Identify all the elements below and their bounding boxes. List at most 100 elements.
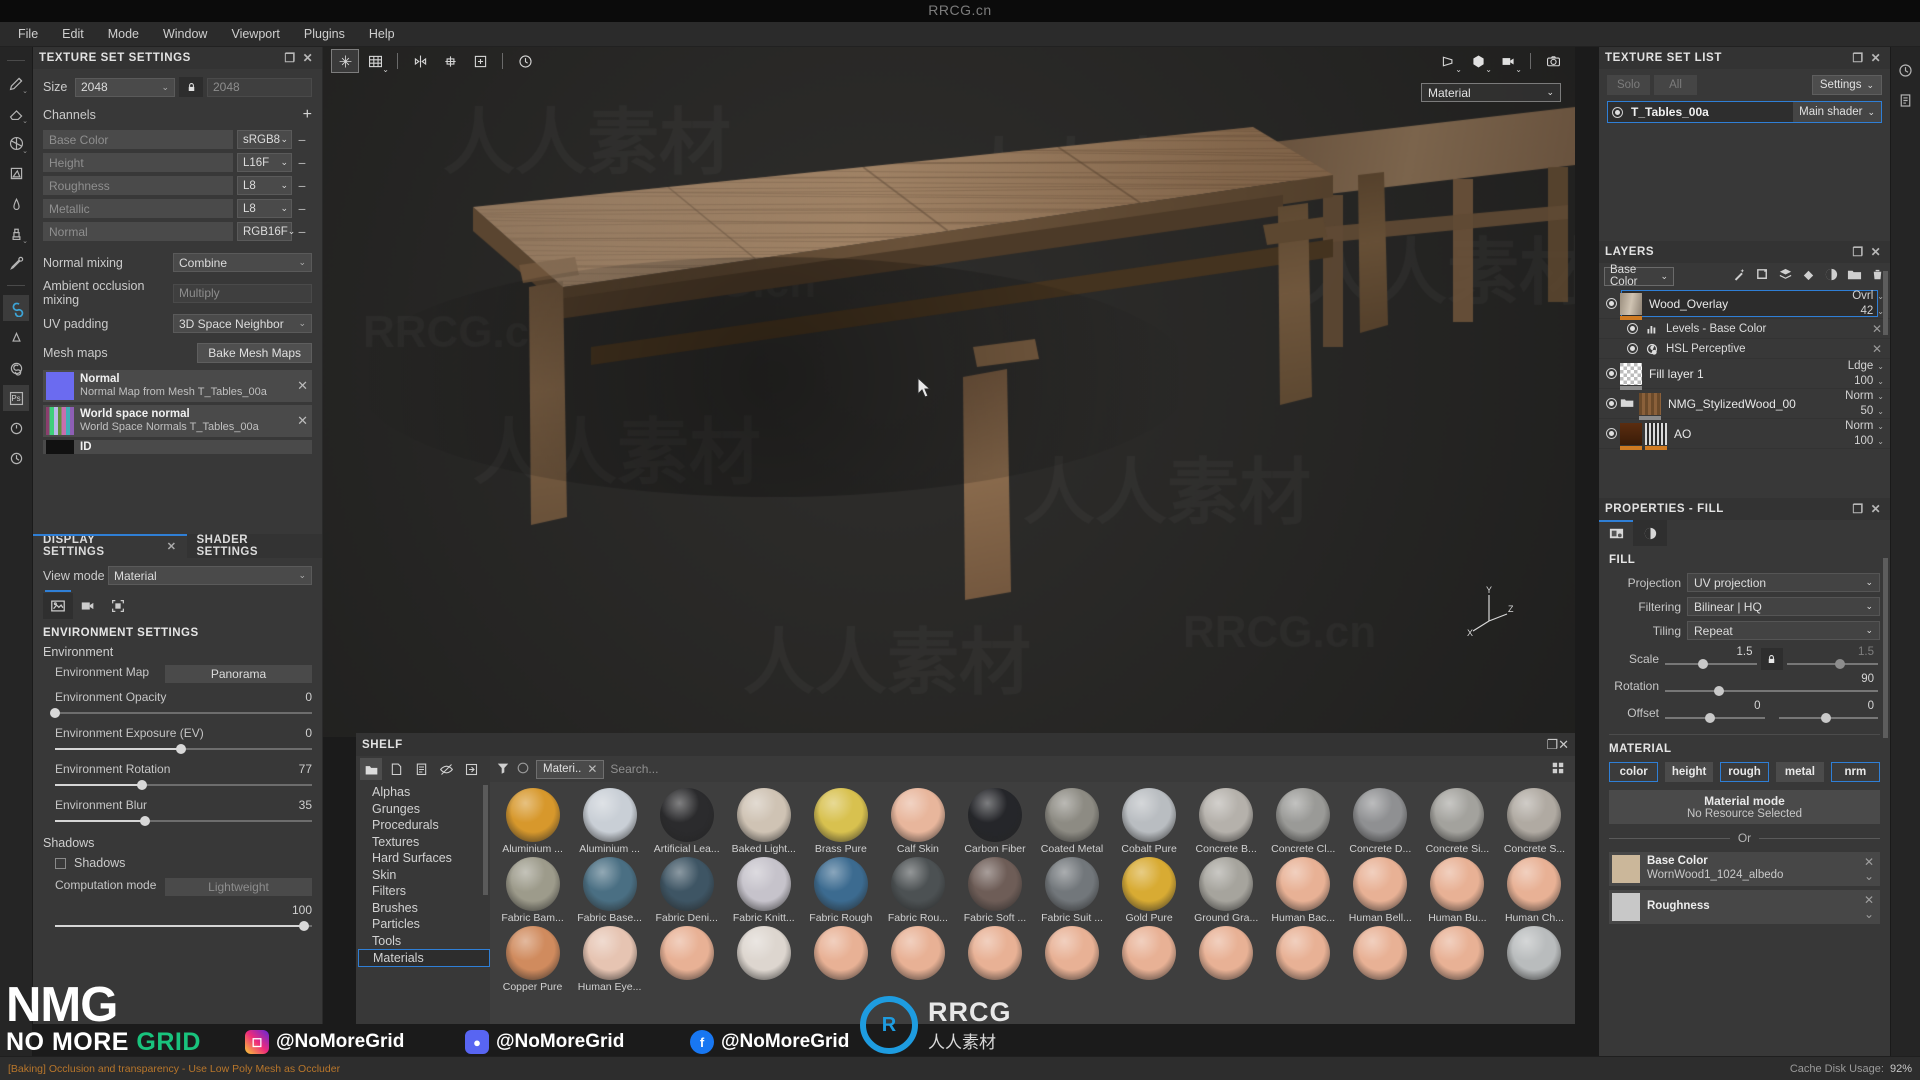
shelf-material-item[interactable]: Gold Pure	[1111, 855, 1188, 924]
import-icon[interactable]	[460, 758, 482, 780]
shelf-material-item[interactable]: Fabric Rou...	[879, 855, 956, 924]
properties-scrollbar[interactable]	[1883, 558, 1888, 738]
layer-visibility-toggle[interactable]	[1602, 298, 1620, 309]
maximize-icon[interactable]: ❐	[282, 50, 298, 66]
material-channel-nrm[interactable]: nrm	[1830, 762, 1881, 782]
fullscreen-icon[interactable]	[103, 593, 133, 619]
shelf-material-item[interactable]: Artificial Lea...	[648, 786, 725, 855]
shelf-search-input[interactable]: Search...	[610, 762, 1545, 776]
remove-channel-icon[interactable]: −	[292, 224, 312, 240]
magic-wand-icon[interactable]	[1732, 267, 1747, 285]
material-channel-metal[interactable]: metal	[1776, 762, 1824, 782]
add-folder-icon[interactable]	[1847, 267, 1862, 285]
close-icon[interactable]: ✕	[297, 378, 308, 394]
shelf-material-item[interactable]: Human Eye...	[571, 924, 648, 993]
shelf-category-alphas[interactable]: Alphas	[372, 784, 490, 801]
slider-control[interactable]	[50, 706, 312, 720]
shelf-material-item[interactable]: Fabric Bam...	[494, 855, 571, 924]
grid-view-icon[interactable]	[1551, 761, 1565, 778]
shelf-category-hard-surfaces[interactable]: Hard Surfaces	[372, 850, 490, 867]
uv-padding-select[interactable]: 3D Space Neighbor ⌄	[173, 314, 312, 333]
folder-icon[interactable]	[360, 758, 382, 780]
shelf-category-procedurals[interactable]: Procedurals	[372, 817, 490, 834]
tiling-select[interactable]: Repeat ⌄	[1687, 621, 1880, 640]
eyedropper-icon[interactable]	[3, 250, 29, 276]
symmetry-plane-icon[interactable]	[436, 49, 464, 73]
refresh-icon[interactable]	[3, 415, 29, 441]
all-button[interactable]: All	[1654, 75, 1697, 95]
menu-window[interactable]: Window	[151, 24, 219, 44]
shelf-material-item[interactable]: Baked Light...	[725, 786, 802, 855]
document-icon[interactable]	[410, 758, 432, 780]
size-select[interactable]: 2048 ⌄	[75, 77, 175, 97]
shelf-material-item[interactable]: Concrete B...	[1188, 786, 1265, 855]
substance-source-icon[interactable]	[3, 355, 29, 381]
eraser-icon[interactable]: ⌄	[3, 100, 29, 126]
filtering-select[interactable]: Bilinear | HQ ⌄	[1687, 597, 1880, 616]
effect-visibility-toggle[interactable]	[1627, 343, 1638, 354]
tab-display-settings[interactable]: DISPLAY SETTINGS ✕	[33, 534, 187, 558]
substance-material-icon[interactable]	[3, 295, 29, 321]
layer-row[interactable]: Wood_Overlay Ovrl ⌄ 42 ⌄	[1599, 289, 1890, 320]
chevron-down-icon[interactable]: ⌄	[1864, 869, 1874, 883]
projection-icon[interactable]: ⌄	[3, 130, 29, 156]
tab-shader-settings[interactable]: SHADER SETTINGS	[186, 534, 322, 558]
layers-channel-selector[interactable]: Base Color ⌄	[1604, 264, 1674, 288]
channel-format-select[interactable]: L8 ⌄	[237, 199, 292, 218]
add-plane-icon[interactable]	[466, 49, 494, 73]
environment-map-value[interactable]: Panorama	[165, 665, 312, 683]
remove-channel-icon[interactable]: −	[292, 155, 312, 171]
remove-channel-icon[interactable]: −	[292, 201, 312, 217]
projection-select[interactable]: UV projection ⌄	[1687, 573, 1880, 592]
shelf-material-item[interactable]	[956, 924, 1033, 993]
shelf-category-particles[interactable]: Particles	[372, 916, 490, 933]
layer-row[interactable]: Fill layer 1 Ldge ⌄ 100 ⌄	[1599, 359, 1890, 390]
mask-properties-icon[interactable]	[1633, 520, 1667, 546]
shelf-material-item[interactable]: Aluminium ...	[494, 786, 571, 855]
close-icon[interactable]: ✕	[587, 762, 597, 776]
shelf-category-grunges[interactable]: Grunges	[372, 801, 490, 818]
layer-blend-mode[interactable]: Norm ⌄	[1845, 389, 1884, 403]
close-icon[interactable]: ✕	[1872, 322, 1882, 336]
shelf-material-item[interactable]: Human Ch...	[1496, 855, 1573, 924]
reset-camera-icon[interactable]	[511, 49, 539, 73]
shelf-material-item[interactable]: Calf Skin	[879, 786, 956, 855]
shelf-material-item[interactable]	[1265, 924, 1342, 993]
close-icon[interactable]: ✕	[1868, 50, 1884, 66]
layer-opacity[interactable]: 42 ⌄	[1852, 304, 1885, 318]
maximize-icon[interactable]: ❐	[1850, 501, 1866, 517]
view-mode-select[interactable]: Material ⌄	[108, 566, 312, 585]
layer-blend-mode[interactable]: Norm ⌄	[1845, 419, 1884, 433]
shelf-material-item[interactable]: Fabric Base...	[571, 855, 648, 924]
clone-stamp-icon[interactable]: ⌄	[3, 220, 29, 246]
category-scrollbar[interactable]	[483, 785, 488, 895]
shelf-material-item[interactable]: Fabric Suit ...	[1033, 855, 1110, 924]
slider-control[interactable]	[55, 778, 312, 792]
shelf-material-item[interactable]	[1188, 924, 1265, 993]
menu-file[interactable]: File	[6, 24, 50, 44]
shelf-material-item[interactable]: Carbon Fiber	[956, 786, 1033, 855]
shelf-material-item[interactable]: Concrete Cl...	[1265, 786, 1342, 855]
menu-edit[interactable]: Edit	[50, 24, 96, 44]
shelf-material-item[interactable]: Concrete D...	[1342, 786, 1419, 855]
close-icon[interactable]: ✕	[167, 540, 177, 553]
shelf-material-item[interactable]: Coated Metal	[1033, 786, 1110, 855]
active-filter-chip[interactable]: Materi.. ✕	[536, 759, 605, 779]
mesh-map-row[interactable]: Normal Normal Map from Mesh T_Tables_00a ✕	[43, 370, 312, 402]
shelf-material-item[interactable]	[725, 924, 802, 993]
shelf-category-skin[interactable]: Skin	[372, 867, 490, 884]
material-slot[interactable]: Base Color WornWood1_1024_albedo ✕ ⌄	[1609, 852, 1880, 886]
add-fill-layer-icon[interactable]	[1801, 267, 1816, 285]
layer-blend-mode[interactable]: Ovrl ⌄	[1852, 289, 1884, 303]
layer-opacity[interactable]: 50 ⌄	[1845, 404, 1885, 418]
size-lock-icon[interactable]	[179, 77, 203, 97]
shader-selector[interactable]: Main shader ⌄	[1793, 102, 1881, 122]
material-channel-rough[interactable]: rough	[1719, 762, 1770, 782]
shelf-material-item[interactable]: Fabric Soft ...	[956, 855, 1033, 924]
size-height-field[interactable]: 2048	[207, 77, 312, 97]
viewport-3d[interactable]: ⌄ ⌄ ⌄ ⌄ Material ⌄ Y X Z	[323, 47, 1575, 737]
paint-brush-icon[interactable]: ⌄	[3, 70, 29, 96]
shelf-material-item[interactable]	[879, 924, 956, 993]
shelf-material-item[interactable]	[1419, 924, 1496, 993]
material-mode-box[interactable]: Material mode No Resource Selected	[1609, 790, 1880, 824]
